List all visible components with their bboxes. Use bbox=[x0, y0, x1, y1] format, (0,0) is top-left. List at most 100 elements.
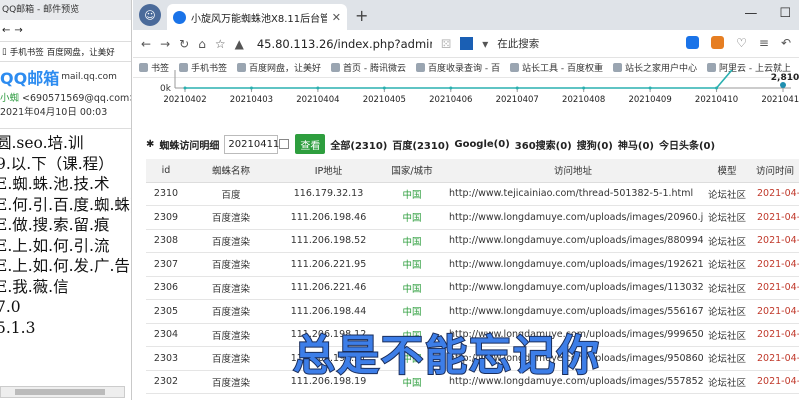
cell-model: 论坛社区 bbox=[703, 299, 751, 324]
qq-mail-window: QQ邮箱 - 邮件预览 ← → ▯ 手机书签 百度网盘，让美好 QQ邮箱 mai… bbox=[0, 0, 132, 400]
sender-name[interactable]: 小蜘 bbox=[0, 93, 19, 104]
back-arrow-icon[interactable]: ↶ bbox=[781, 36, 791, 50]
heart-icon[interactable]: ♡ bbox=[736, 36, 747, 50]
spider-chart: 0k 20210402 20210403 20210404 20210405 202104… bbox=[133, 70, 799, 126]
cell-time: 2021-04-11 02 bbox=[751, 323, 799, 347]
logo-text: QQ邮箱 bbox=[0, 69, 60, 88]
forward-icon[interactable]: → bbox=[14, 25, 22, 36]
cell-country: 中国 bbox=[381, 182, 443, 206]
data-point bbox=[715, 86, 719, 90]
cell-url[interactable]: http://www.longdamuye.com/uploads/images… bbox=[443, 205, 703, 230]
mail-window-title: QQ邮箱 - 邮件预览 bbox=[0, 0, 131, 20]
logo-sub: mail.qq.com bbox=[61, 72, 117, 82]
stat-360[interactable]: 360搜索(0) bbox=[515, 137, 572, 152]
cell-id: 2309 bbox=[146, 205, 186, 230]
cell-spider-name: 百度 bbox=[186, 182, 276, 206]
home-icon[interactable]: ⌂ bbox=[198, 37, 206, 51]
cell-url[interactable]: http://www.longdamuye.com/uploads/images… bbox=[443, 229, 703, 253]
mail-body-line: 圆.seo.培.训 bbox=[0, 134, 84, 152]
col-ip: IP地址 bbox=[276, 159, 381, 183]
cell-time: 2021-04-11 02 bbox=[751, 370, 799, 394]
cell-ip: 111.206.198.52 bbox=[276, 229, 381, 253]
col-country: 国家/城市 bbox=[381, 159, 443, 183]
cell-model: 论坛社区 bbox=[703, 276, 751, 300]
cell-id: 2304 bbox=[146, 323, 186, 347]
chevron-down-icon[interactable]: ▾ bbox=[482, 37, 488, 51]
forward-icon[interactable]: → bbox=[160, 37, 170, 51]
x-tick-label: 20210407 bbox=[496, 95, 539, 105]
minimize-icon[interactable]: — bbox=[744, 6, 757, 21]
mail-bookmark-item[interactable]: 百度网盘，让美好 bbox=[47, 46, 115, 58]
toolbar-icons: ♡ ≡ ↶ bbox=[686, 36, 791, 50]
window-controls: — ☐ bbox=[744, 6, 791, 21]
stat-shenma[interactable]: 神马(0) bbox=[618, 137, 654, 152]
data-point bbox=[515, 86, 519, 90]
data-label: 2,810 bbox=[771, 73, 799, 83]
col-time: 访问时间 bbox=[751, 159, 799, 183]
close-tab-icon[interactable]: ✕ bbox=[332, 11, 341, 24]
mail-body-line: E.蜘.蛛.池.技.术 bbox=[0, 175, 110, 193]
cell-url[interactable]: http://www.longdamuye.com/uploads/images… bbox=[443, 276, 703, 300]
url-field[interactable]: 45.80.113.26/index.php?admin-rob bbox=[257, 37, 432, 51]
sender-email: <690571569@qq.com> bbox=[22, 93, 132, 104]
stat-baidu[interactable]: 百度(2310) bbox=[392, 137, 449, 152]
tab-bar: ☺ 小旋风万能蜘蛛池X8.11后台管理 ✕ + — ☐ bbox=[133, 0, 799, 30]
cell-model: 论坛社区 bbox=[703, 182, 751, 206]
mail-bookmark-item[interactable]: 手机书签 bbox=[10, 46, 44, 58]
new-tab-icon[interactable]: + bbox=[355, 6, 368, 25]
address-bar: ← → ↻ ⌂ ☆ ▲ 45.80.113.26/index.php?admin… bbox=[133, 30, 799, 58]
search-engine-icon[interactable] bbox=[460, 37, 474, 50]
cell-model: 论坛社区 bbox=[703, 205, 751, 230]
cell-url[interactable]: http://www.tejicainiao.com/thread-501382… bbox=[443, 182, 703, 206]
back-icon[interactable]: ← bbox=[141, 37, 151, 51]
stat-google[interactable]: Google(0) bbox=[454, 139, 509, 150]
stat-toutiao[interactable]: 今日头条(0) bbox=[659, 137, 715, 152]
extension-icon[interactable] bbox=[686, 36, 700, 49]
mail-bookmarks-bar: ▯ 手机书签 百度网盘，让美好 bbox=[0, 42, 131, 62]
x-tick-label: 20210404 bbox=[296, 95, 339, 105]
table-row: 2308 百度渲染 111.206.198.52 中国 http://www.longd… bbox=[146, 229, 799, 253]
star-icon[interactable]: ☆ bbox=[215, 37, 226, 51]
profile-avatar-icon[interactable]: ☺ bbox=[139, 4, 161, 26]
game-icon[interactable] bbox=[711, 36, 725, 49]
cell-model: 论坛社区 bbox=[703, 323, 751, 347]
data-point bbox=[382, 86, 386, 90]
data-point bbox=[316, 86, 320, 90]
qr-code-icon[interactable]: ⚄ bbox=[441, 37, 451, 51]
cell-ip: 111.206.198.10 bbox=[276, 393, 381, 400]
line-chart: 0k20210402 20210403 20210404 20210405 202104… bbox=[160, 70, 799, 105]
cell-url[interactable]: http://www.longdamuye.com/uploads/images… bbox=[443, 393, 703, 400]
calendar-icon[interactable] bbox=[279, 138, 290, 149]
cell-model: 论坛社区 bbox=[703, 252, 751, 277]
stat-all[interactable]: 全部(2310) bbox=[330, 137, 387, 152]
cell-ip: 111.206.198.46 bbox=[276, 205, 381, 230]
cell-url[interactable]: http://www.longdamuye.com/uploads/images… bbox=[443, 252, 703, 277]
back-icon[interactable]: ← bbox=[2, 25, 10, 36]
cell-id: 2310 bbox=[146, 182, 186, 206]
stat-sogou[interactable]: 搜狗(0) bbox=[577, 137, 613, 152]
cell-ip: 111.206.198.44 bbox=[276, 299, 381, 324]
search-box[interactable]: 在此搜索 bbox=[497, 36, 539, 51]
site-favicon-icon bbox=[173, 10, 186, 24]
cell-spider-name: 百度渲染 bbox=[186, 205, 276, 230]
maximize-icon[interactable]: ☐ bbox=[779, 6, 791, 21]
cell-url[interactable]: http://www.longdamuye.com/uploads/images… bbox=[443, 299, 703, 324]
cell-time: 2021-04-11 02 bbox=[751, 276, 799, 300]
cell-country: 中国 bbox=[381, 229, 443, 253]
table-row: 2301百度渲染111.206.198.10中国http://www.longd… bbox=[146, 393, 799, 400]
tab-title: 小旋风万能蜘蛛池X8.11后台管理 bbox=[191, 13, 327, 25]
data-point bbox=[449, 86, 453, 90]
date-input[interactable]: 20210411 bbox=[224, 134, 290, 154]
query-button[interactable]: 查看 bbox=[295, 134, 326, 154]
scrollbar-thumb[interactable] bbox=[15, 389, 105, 395]
reload-icon[interactable]: ↻ bbox=[179, 37, 189, 51]
table-row: 2310 百度 116.179.32.13 中国 http://www.tejicain… bbox=[146, 182, 799, 206]
gear-icon: ✱ bbox=[146, 138, 155, 150]
tab-admin[interactable]: 小旋风万能蜘蛛池X8.11后台管理 ✕ bbox=[167, 4, 347, 30]
menu-icon[interactable]: ≡ bbox=[759, 36, 769, 50]
x-tick-label: 20210409 bbox=[628, 95, 671, 105]
cell-model: 论坛社区 bbox=[703, 346, 751, 371]
cell-model: 论坛社区 bbox=[703, 229, 751, 253]
x-tick-label: 20210411 bbox=[761, 95, 799, 105]
horizontal-scrollbar[interactable] bbox=[0, 386, 125, 398]
